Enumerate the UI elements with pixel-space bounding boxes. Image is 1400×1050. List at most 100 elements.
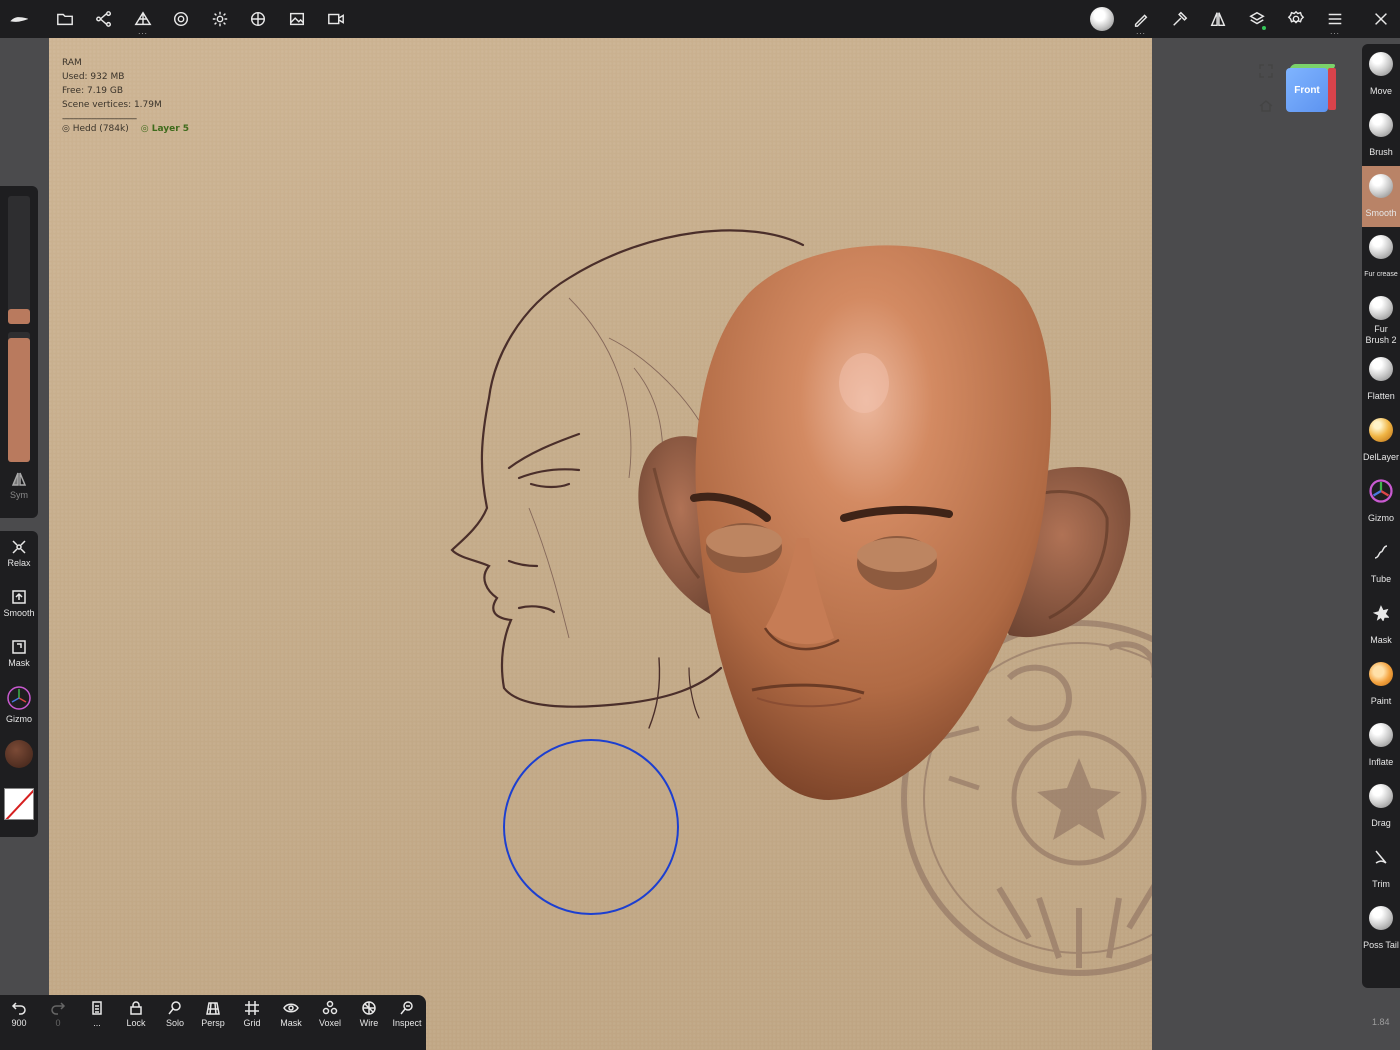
perspective-icon	[206, 1002, 220, 1015]
undo-button[interactable]: 900	[0, 1000, 38, 1028]
fur-brush-2-label: Fur Brush 2	[1365, 324, 1397, 345]
fullscreen-icon[interactable]	[1258, 63, 1274, 79]
nomad-logo-icon[interactable]	[6, 6, 32, 32]
head-model[interactable]	[638, 245, 1131, 800]
layer-name[interactable]: ◎ Layer 5	[141, 124, 189, 134]
intensity-slider-fill	[8, 338, 30, 462]
voxel-icon	[322, 1000, 338, 1015]
app-window: ... ... ... RAM Used: 932 MB Free: 7.19 …	[0, 0, 1400, 1050]
gizmo-tool[interactable]: Gizmo	[0, 685, 38, 724]
bottom-toolbar: 900 0 ... Lock Solo Persp Grid Mask Voxe…	[0, 995, 426, 1050]
brush-tool[interactable]: Brush	[1362, 105, 1400, 166]
wire-button[interactable]: Wire	[350, 1000, 388, 1028]
grid-icon	[245, 1001, 259, 1015]
gizmo-label: Gizmo	[1367, 513, 1394, 523]
relax-tool[interactable]: Relax	[0, 539, 38, 568]
radius-slider[interactable]	[8, 196, 30, 324]
poss-tail-label: Poss Tail	[1363, 940, 1399, 950]
gizmo-label: Gizmo	[5, 714, 32, 724]
stroke-icon[interactable]: ...	[1128, 6, 1154, 36]
drag-tool[interactable]: Drag	[1362, 776, 1400, 837]
home-icon[interactable]	[1258, 98, 1274, 114]
poss-tail-icon	[1369, 906, 1393, 930]
symmetry-icon	[11, 472, 27, 486]
scene-graph-icon[interactable]	[91, 6, 117, 32]
lock-icon	[130, 1001, 142, 1015]
layers-icon[interactable]	[1244, 6, 1270, 32]
inspect-button[interactable]: Inspect	[388, 1000, 426, 1028]
paint-icon	[1369, 662, 1393, 686]
cube-side-face[interactable]	[1328, 68, 1336, 110]
move-tool[interactable]: Move	[1362, 44, 1400, 105]
fur-brush-2-tool[interactable]: Fur Brush 2	[1362, 288, 1400, 349]
undo-icon	[11, 1002, 26, 1015]
fur-crease-tool[interactable]: Fur crease	[1362, 227, 1400, 288]
left-slider-panel: Sym	[0, 186, 38, 518]
right-tool-panel: Move Brush Smooth Fur crease Fur Brush 2 Flat…	[1362, 44, 1400, 988]
mask-icon	[12, 640, 26, 654]
fur-crease-icon	[1369, 235, 1393, 259]
trim-tool[interactable]: Trim	[1362, 837, 1400, 898]
redo-button[interactable]: 0	[39, 1000, 77, 1028]
inflate-tool[interactable]: Inflate	[1362, 715, 1400, 776]
redo-count: 0	[55, 1018, 61, 1028]
flatten-tool[interactable]: Flatten	[1362, 349, 1400, 410]
smooth-label: Smooth	[3, 608, 35, 618]
mesh-name[interactable]: ◎ Hedd (784k)	[62, 124, 129, 134]
drag-label: Drag	[1371, 818, 1391, 828]
lighting-icon[interactable]	[207, 6, 233, 32]
video-icon[interactable]	[323, 6, 349, 32]
mask-tool[interactable]: Mask	[0, 639, 38, 668]
fur-brush-2-icon	[1369, 296, 1393, 320]
brush-label: Brush	[1369, 147, 1393, 157]
document-icon	[92, 1001, 102, 1015]
intensity-slider[interactable]	[8, 332, 30, 462]
navigation-cube[interactable]: Front	[1286, 64, 1337, 112]
voxel-button[interactable]: Voxel	[311, 1000, 349, 1028]
search-icon	[168, 1001, 181, 1015]
mask-toggle-label: Mask	[280, 1018, 302, 1028]
redo-icon	[51, 1002, 66, 1015]
smooth-tool[interactable]: Smooth	[0, 589, 38, 618]
color-picker-swatch[interactable]	[5, 740, 33, 768]
brush-preview-icon[interactable]	[1089, 6, 1115, 32]
dellayer-tool[interactable]: DelLayer	[1362, 410, 1400, 471]
material-icon[interactable]	[168, 6, 194, 32]
ram-info: RAM Used: 932 MB Free: 7.19 GB Scene ver…	[62, 56, 162, 126]
painting-icon[interactable]	[1167, 6, 1193, 32]
gizmo-tool[interactable]: Gizmo	[1362, 471, 1400, 532]
lock-button[interactable]: Lock	[117, 1000, 155, 1028]
material-swatch[interactable]	[4, 788, 34, 820]
sym-toggle[interactable]: Sym	[0, 471, 38, 500]
postprocess-icon[interactable]	[245, 6, 271, 32]
top-toolbar: ... ... ...	[0, 0, 1400, 38]
paint-tool[interactable]: Paint	[1362, 654, 1400, 715]
solo-button[interactable]: Solo	[156, 1000, 194, 1028]
persp-label: Persp	[201, 1018, 225, 1028]
settings-icon[interactable]	[1283, 6, 1309, 32]
topology-icon[interactable]: ...	[130, 6, 156, 36]
tube-tool[interactable]: Tube	[1362, 532, 1400, 593]
tube-label: Tube	[1370, 574, 1392, 584]
smooth-tool[interactable]: Smooth	[1362, 166, 1400, 227]
brush-cursor	[503, 739, 679, 915]
cube-front-face[interactable]: Front	[1286, 68, 1328, 112]
mask-tool[interactable]: Mask	[1362, 593, 1400, 654]
smooth-icon	[1369, 174, 1393, 198]
3d-viewport[interactable]: RAM Used: 932 MB Free: 7.19 GB Scene ver…	[49, 38, 1152, 1050]
symmetry-icon[interactable]	[1205, 6, 1231, 32]
close-icon[interactable]	[1368, 6, 1394, 32]
dellayer-icon	[1369, 418, 1393, 442]
interface-icon[interactable]: ...	[1322, 6, 1348, 36]
folder-icon[interactable]	[52, 6, 78, 32]
poss-tail-tool[interactable]: Poss Tail	[1362, 898, 1400, 959]
persp-button[interactable]: Persp	[194, 1000, 232, 1028]
wire-icon	[362, 1001, 376, 1015]
relax-label: Relax	[7, 558, 31, 568]
wireframe-button[interactable]: ...	[78, 1000, 116, 1028]
paint-label: Paint	[1370, 696, 1392, 706]
grid-button[interactable]: Grid	[233, 1000, 271, 1028]
mask-toggle-button[interactable]: Mask	[272, 1000, 310, 1028]
background-icon[interactable]	[284, 6, 310, 32]
drag-icon	[1369, 784, 1393, 808]
